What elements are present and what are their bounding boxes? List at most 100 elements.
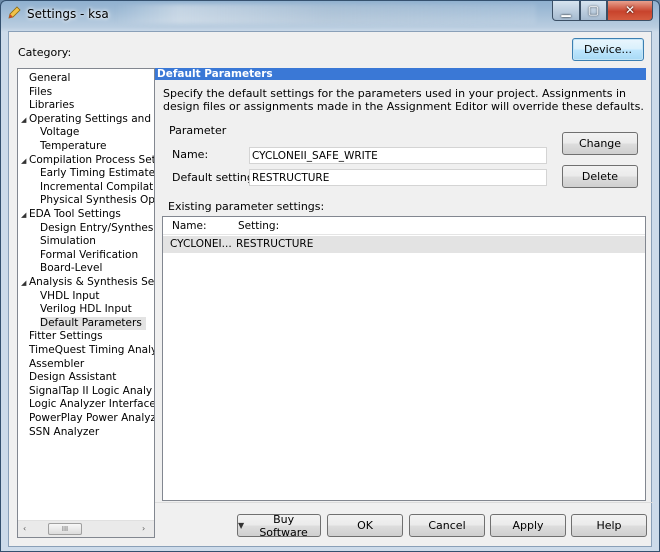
tree-item[interactable]: Incremental Compilatio bbox=[40, 180, 155, 194]
title-bar[interactable]: Settings - ksa ▁ ▢ ✕ bbox=[1, 1, 659, 31]
settings-window: Settings - ksa ▁ ▢ ✕ Category: Device...… bbox=[0, 0, 660, 552]
tree-item[interactable]: Board-Level bbox=[40, 262, 102, 275]
tree-item[interactable]: General bbox=[29, 72, 70, 85]
buy-software-label: Buy Software bbox=[259, 512, 308, 539]
table-row[interactable]: CYCLONEI... RESTRUCTURE bbox=[163, 236, 645, 253]
tree-item[interactable]: Logic Analyzer Interface bbox=[29, 398, 155, 411]
tree-item-label: Fitter Settings bbox=[29, 330, 103, 343]
list-header: Name: Setting: bbox=[163, 217, 645, 235]
panel-header: Default Parameters bbox=[155, 68, 646, 80]
parameter-group-label: Parameter bbox=[169, 124, 227, 137]
dialog-client-area: Category: Device... SSN Analyzer PowerPla… bbox=[8, 31, 653, 547]
settings-pencil-icon bbox=[8, 6, 21, 19]
delete-button[interactable]: Delete bbox=[562, 165, 638, 188]
tree-item[interactable]: Files bbox=[29, 86, 52, 99]
tree-item-label: Design Assistant bbox=[29, 371, 117, 384]
tree-item[interactable]: Verilog HDL Input bbox=[40, 303, 132, 316]
existing-settings-list[interactable]: Name: Setting: CYCLONEI... RESTRUCTURE bbox=[162, 216, 646, 501]
scroll-right-icon[interactable]: › bbox=[142, 524, 145, 533]
tree-item[interactable]: Voltage bbox=[40, 126, 79, 139]
tree-item[interactable]: Fitter Settings bbox=[29, 330, 103, 343]
name-label: Name: bbox=[172, 148, 209, 161]
tree-expand-icon[interactable]: ◢ bbox=[21, 114, 29, 127]
maximize-icon: ▢ bbox=[587, 3, 600, 17]
scroll-thumb[interactable]: III bbox=[48, 523, 82, 535]
tree-item-label: Verilog HDL Input bbox=[40, 303, 132, 316]
tree-item-label: General bbox=[29, 72, 71, 84]
tree-item-label: VHDL Input bbox=[40, 289, 100, 302]
tree-item-label: Board-Level bbox=[40, 262, 103, 275]
minimize-icon: ▁ bbox=[561, 3, 571, 17]
tree-item-label: Voltage bbox=[40, 126, 80, 139]
close-button[interactable]: ✕ bbox=[607, 1, 653, 21]
tree-item-label: Design Entry/Synthesis bbox=[40, 221, 155, 234]
maximize-button[interactable]: ▢ bbox=[580, 1, 607, 21]
tree-item[interactable]: Libraries bbox=[29, 99, 74, 112]
device-button[interactable]: Device... bbox=[572, 38, 644, 61]
tree-item[interactable]: Assembler bbox=[29, 358, 84, 371]
tree-item[interactable]: PowerPlay Power Analyz bbox=[29, 412, 155, 425]
category-tree[interactable]: SSN Analyzer PowerPlay Power Analyz Logic … bbox=[17, 68, 155, 538]
column-setting-header[interactable]: Setting: bbox=[238, 220, 279, 232]
change-button[interactable]: Change bbox=[562, 132, 638, 155]
tree-item-label: SignalTap II Logic Analy bbox=[29, 384, 153, 397]
tree-item-label: Operating Settings and ( bbox=[29, 112, 155, 125]
tree-item[interactable]: VHDL Input bbox=[40, 290, 100, 303]
tree-expand-icon[interactable]: ◢ bbox=[21, 277, 29, 290]
tree-item[interactable]: ◢ Compilation Process Sett bbox=[21, 154, 154, 168]
tree-item-label: EDA Tool Settings bbox=[29, 208, 121, 220]
row-setting-cell: RESTRUCTURE bbox=[236, 238, 314, 250]
dropdown-arrow-icon: ▼ bbox=[238, 521, 245, 530]
cancel-button[interactable]: Cancel bbox=[409, 514, 485, 537]
tree-item[interactable]: ◢ EDA Tool Settings bbox=[21, 208, 121, 221]
name-input[interactable] bbox=[249, 147, 547, 164]
tree-item-label: Analysis & Synthesis Sett bbox=[29, 276, 155, 288]
tree-item[interactable]: Temperature bbox=[40, 140, 107, 153]
tree-item[interactable]: Simulation bbox=[40, 235, 96, 248]
row-name-cell: CYCLONEI... bbox=[170, 238, 232, 250]
column-name-header[interactable]: Name: bbox=[172, 220, 207, 232]
tree-item[interactable]: ◢ Operating Settings and ( bbox=[21, 112, 155, 127]
tree-item[interactable]: Design Entry/Synthesis bbox=[40, 221, 155, 235]
tree-item[interactable]: Default Parameters bbox=[40, 316, 146, 330]
tree-item[interactable]: Early Timing Estimate bbox=[40, 167, 155, 180]
tree-item-label: Physical Synthesis Opt bbox=[40, 194, 155, 207]
tree-item[interactable]: Formal Verification bbox=[40, 249, 138, 262]
category-label: Category: bbox=[18, 46, 72, 59]
tree-item[interactable]: TimeQuest Timing Analy bbox=[29, 344, 155, 357]
minimize-button[interactable]: ▁ bbox=[552, 1, 580, 21]
existing-settings-label: Existing parameter settings: bbox=[168, 200, 325, 213]
tree-expand-icon[interactable]: ◢ bbox=[21, 209, 29, 222]
ok-button[interactable]: OK bbox=[327, 514, 403, 537]
window-title: Settings - ksa bbox=[27, 7, 109, 21]
tree-item-label: Simulation bbox=[40, 235, 96, 248]
title-bar-blur bbox=[116, 4, 536, 24]
default-setting-label: Default setting: bbox=[172, 171, 258, 184]
tree-item-label: Files bbox=[29, 85, 53, 98]
buy-software-button[interactable]: ▼ Buy Software bbox=[237, 512, 321, 539]
tree-item-label: Early Timing Estimate bbox=[40, 167, 155, 180]
help-button[interactable]: Help bbox=[571, 514, 647, 537]
footer-separator bbox=[155, 502, 653, 503]
tree-item-label: Default Parameters bbox=[40, 316, 142, 329]
default-setting-input[interactable] bbox=[249, 169, 547, 186]
tree-item-label: Libraries bbox=[29, 99, 75, 112]
scroll-left-icon[interactable]: ‹ bbox=[23, 524, 26, 533]
tree-item[interactable]: Physical Synthesis Opt bbox=[40, 194, 155, 207]
tree-item[interactable]: SignalTap II Logic Analy bbox=[29, 385, 152, 398]
tree-item[interactable]: Design Assistant bbox=[29, 371, 116, 384]
apply-button[interactable]: Apply bbox=[490, 514, 566, 537]
tree-item[interactable]: SSN Analyzer bbox=[29, 426, 99, 439]
tree-item-label: Assembler bbox=[29, 357, 85, 370]
tree-item-label: Formal Verification bbox=[40, 248, 139, 261]
tree-item-label: Logic Analyzer Interface bbox=[29, 398, 155, 411]
tree-item[interactable]: ◢ Analysis & Synthesis Sett bbox=[21, 276, 155, 290]
tree-item-label: TimeQuest Timing Analy bbox=[29, 344, 155, 356]
tree-horizontal-scrollbar[interactable]: ‹ III › bbox=[18, 520, 154, 537]
tree-item-label: Temperature bbox=[40, 140, 107, 152]
close-icon: ✕ bbox=[624, 3, 636, 17]
tree-expand-icon[interactable]: ◢ bbox=[21, 155, 29, 168]
tree-item-label: Incremental Compilatio bbox=[40, 180, 155, 193]
panel-description: Specify the default settings for the par… bbox=[163, 87, 644, 113]
tree-item-label: PowerPlay Power Analyz bbox=[29, 412, 155, 424]
